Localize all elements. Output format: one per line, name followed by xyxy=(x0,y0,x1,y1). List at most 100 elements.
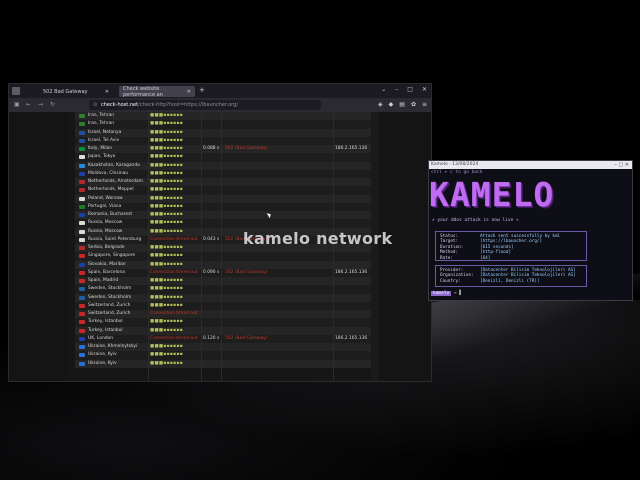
info-key: Country: xyxy=(440,278,461,284)
progress-cell: ■■■▪▪▪▪▪▪ xyxy=(150,170,183,176)
location-cell: UK, London xyxy=(88,335,113,341)
reload-icon[interactable]: ↻ xyxy=(50,101,55,108)
column-divider xyxy=(201,112,202,381)
flag-icon xyxy=(79,130,85,135)
progress-cell: ■■■▪▪▪▪▪▪ xyxy=(150,129,183,135)
error-cell: Connection timed out xyxy=(150,269,198,275)
table-row: Israel, Netanya ■■■▪▪▪▪▪▪ xyxy=(75,128,371,137)
location-cell: Switzerland, Zurich xyxy=(88,311,131,316)
flag-icon xyxy=(79,270,85,275)
tab-check-website[interactable]: Check website performance an ✕ xyxy=(119,85,195,98)
prompt-text: » ▌ xyxy=(453,291,463,296)
location-cell: Turkey, Istanbul xyxy=(88,319,123,325)
flag-icon xyxy=(79,279,85,283)
column-divider xyxy=(221,112,222,381)
table-row: Iran, Tehran ■■■▪▪▪▪▪▪ xyxy=(75,120,371,129)
location-cell: Israel, Netanya xyxy=(88,129,122,135)
flag-icon xyxy=(79,295,85,300)
table-row: Kazakhstan, Karaganda ■■■▪▪▪▪▪▪ xyxy=(75,161,371,170)
progress-cell: ■■■▪▪▪▪▪▪ xyxy=(150,187,183,193)
ip-cell: 186.2.165.136 xyxy=(335,335,368,341)
flag-icon xyxy=(79,312,85,316)
maximize-icon[interactable]: □ xyxy=(407,86,413,93)
progress-cell: ■■■▪▪▪▪▪▪ xyxy=(150,113,183,118)
time-cell: 0.043 s xyxy=(203,236,220,242)
table-row: Israel, Tel Aviv ■■■▪▪▪▪▪▪ xyxy=(75,136,371,145)
progress-cell: ■■■▪▪▪▪▪▪ xyxy=(150,137,183,143)
tab-label: 502 Bad Gateway xyxy=(43,88,88,95)
table-row: Poland, Warsaw ■■■▪▪▪▪▪▪ xyxy=(75,194,371,203)
lock-icon: ⊙ xyxy=(93,102,98,108)
flag-icon xyxy=(79,262,85,267)
location-cell: Sweden, Stockholm xyxy=(88,294,132,300)
table-row: Turkey, Istanbul ■■■▪▪▪▪▪▪ xyxy=(75,326,371,335)
info-value: [64] xyxy=(480,255,491,261)
back-icon[interactable]: ← xyxy=(26,101,31,108)
chevron-down-icon[interactable]: ⌄ xyxy=(381,86,386,93)
location-cell: Slovakia, Maribor xyxy=(88,261,127,267)
progress-cell: ■■■▪▪▪▪▪▪ xyxy=(150,319,183,325)
ip-cell: 186.2.165.136 xyxy=(335,269,368,275)
flag-icon xyxy=(79,138,85,143)
menu-icon[interactable]: ≡ xyxy=(422,101,427,108)
close-window-icon[interactable]: ✕ xyxy=(422,86,427,93)
url-bar[interactable]: ⊙ check-host.net/check-http?host=https:/… xyxy=(89,100,321,110)
window-controls: ⌄ – □ ✕ xyxy=(381,86,427,93)
tab-502-bad-gateway[interactable]: 502 Bad Gateway ✕ xyxy=(39,86,113,97)
close-icon[interactable]: ✕ xyxy=(105,89,109,95)
shield-icon[interactable]: ◆ xyxy=(389,101,394,108)
table-row: Italy, Milan ■■■▪▪▪▪▪▪ 0.088 s 502 (Bad Gat… xyxy=(75,145,371,154)
location-cell: Spain, Barcelona xyxy=(88,269,125,275)
flag-icon xyxy=(79,163,85,168)
location-cell: Spain, Madrid xyxy=(88,278,119,283)
tab-label: Check website performance an xyxy=(123,85,163,98)
location-cell: Russia, Moscow xyxy=(88,220,123,226)
flag-icon xyxy=(79,213,85,217)
new-tab-button[interactable]: + xyxy=(199,86,205,94)
minimize-icon[interactable]: – xyxy=(395,86,398,93)
progress-cell: ■■■▪▪▪▪▪▪ xyxy=(150,220,183,226)
forward-icon[interactable]: → xyxy=(38,101,43,108)
tab-list-icon[interactable] xyxy=(12,87,20,95)
progress-cell: ■■■▪▪▪▪▪▪ xyxy=(150,294,183,300)
location-cell: Italy, Milan xyxy=(88,146,113,151)
progress-cell: ■■■▪▪▪▪▪▪ xyxy=(150,146,183,151)
error-cell: Connection timed out xyxy=(150,236,198,242)
location-cell: Russia, Saint Petersburg xyxy=(88,236,142,242)
location-cell: Ukraine, Kyiv xyxy=(88,352,117,358)
nav-bar: ▣ ← → ↻ ⊙ check-host.net/check-http?host… xyxy=(9,98,431,112)
terminal-prompt[interactable]: kamelo » ▌ xyxy=(431,291,462,296)
progress-cell: ■■■▪▪▪▪▪▪ xyxy=(150,286,183,292)
table-row: Japan, Tokyo ■■■▪▪▪▪▪▪ xyxy=(75,153,371,162)
column-divider xyxy=(148,112,149,381)
location-cell: Netherlands, Meppel xyxy=(88,187,134,193)
progress-cell: ■■■▪▪▪▪▪▪ xyxy=(150,352,183,358)
table-row: Russia, Moscow ■■■▪▪▪▪▪▪ xyxy=(75,219,371,228)
close-icon[interactable]: ✕ xyxy=(187,89,191,95)
window-controls[interactable]: – □ ✕ xyxy=(614,161,629,169)
extension-icon[interactable]: ◈ xyxy=(378,101,383,108)
url-host: check-host.net xyxy=(101,102,139,108)
terminal-window: Kamelo - 13/08/2024 – □ ✕ ctrl + c to go… xyxy=(428,160,633,301)
progress-cell: ■■■▪▪▪▪▪▪ xyxy=(150,212,183,217)
info-value: [Denizli, Denizli (TR)] xyxy=(480,278,540,284)
progress-cell: ■■■▪▪▪▪▪▪ xyxy=(150,327,183,333)
progress-cell: ■■■▪▪▪▪▪▪ xyxy=(150,121,183,127)
flag-icon xyxy=(79,328,85,333)
download-icon[interactable]: ▤ xyxy=(399,101,405,108)
flag-icon xyxy=(79,229,85,234)
addon-icon[interactable]: ✿ xyxy=(411,101,416,108)
location-cell: Ukraine, Khmelnytskyi xyxy=(88,344,138,349)
flag-icon xyxy=(79,320,85,325)
table-row: Ukraine, Kyiv ■■■▪▪▪▪▪▪ xyxy=(75,351,371,360)
table-row: Ukraine, Kyiv ■■■▪▪▪▪▪▪ xyxy=(75,359,371,368)
flag-icon xyxy=(79,361,85,366)
table-row: Sweden, Stockholm ■■■▪▪▪▪▪▪ xyxy=(75,285,371,294)
table-row: Netherlands, Amsterdam ■■■▪▪▪▪▪▪ xyxy=(75,178,371,187)
progress-cell: ■■■▪▪▪▪▪▪ xyxy=(150,195,183,201)
flag-icon xyxy=(79,336,85,341)
location-cell: Serbia, Belgrade xyxy=(88,245,125,250)
sidebar-icon[interactable]: ▣ xyxy=(14,101,20,108)
flag-icon xyxy=(79,188,85,193)
result-cell: 502 (Bad Gateway) xyxy=(225,335,268,341)
